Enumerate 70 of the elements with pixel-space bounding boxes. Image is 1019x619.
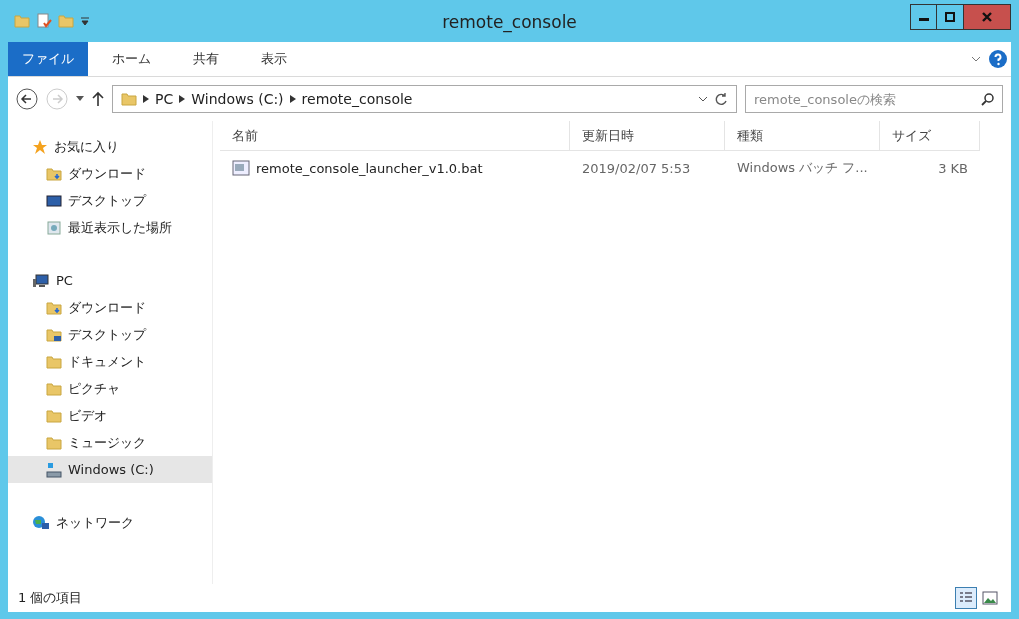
search-icon — [981, 92, 995, 106]
large-icons-view-icon — [982, 591, 998, 605]
window-title: remote_console — [442, 12, 577, 32]
back-icon[interactable] — [16, 88, 38, 110]
address-bar[interactable]: PC Windows (C:) remote_console — [112, 85, 737, 113]
ribbon-tab[interactable]: 表示 — [247, 42, 301, 76]
sidebar-item[interactable]: デスクトップ — [8, 187, 212, 214]
chevron-down-icon[interactable] — [698, 95, 708, 103]
maximize-icon — [945, 12, 955, 22]
sidebar-item[interactable]: ミュージック — [8, 429, 212, 456]
close-icon — [981, 11, 993, 23]
sidebar-item[interactable]: ネットワーク — [8, 509, 212, 536]
star-icon — [32, 138, 48, 155]
folder-icon — [14, 13, 30, 29]
sidebar-item[interactable]: ダウンロード — [8, 160, 212, 187]
folder-icon — [121, 91, 137, 107]
item-count: 1 個の項目 — [18, 589, 83, 607]
desktop-folder-icon — [46, 326, 62, 343]
breadcrumb[interactable]: Windows (C:) — [191, 91, 284, 107]
recent-places-icon — [46, 219, 62, 236]
properties-icon[interactable] — [36, 13, 52, 29]
ribbon-tab[interactable]: ホーム — [98, 42, 165, 76]
sidebar-item[interactable]: ピクチャ — [8, 375, 212, 402]
breadcrumb-arrow-icon — [289, 95, 296, 103]
globe-icon — [32, 514, 50, 531]
minimize-button[interactable] — [910, 4, 937, 30]
download-folder-icon — [46, 299, 62, 316]
computer-icon — [32, 272, 50, 289]
breadcrumb-arrow-icon — [143, 95, 149, 103]
sidebar-item[interactable]: デスクトップ — [8, 321, 212, 348]
folder-icon — [46, 434, 62, 451]
dropdown-icon[interactable] — [80, 16, 90, 26]
close-button[interactable] — [964, 4, 1011, 30]
sidebar-item[interactable]: ビデオ — [8, 402, 212, 429]
column-header[interactable]: 更新日時 — [570, 121, 725, 151]
date-cell-text: 2019/02/07 5:53 — [581, 160, 692, 176]
chevron-down-icon[interactable] — [971, 55, 981, 63]
search-field[interactable]: remote_consoleの検索 — [745, 85, 1003, 113]
maximize-button[interactable] — [937, 4, 964, 30]
column-header[interactable]: サイズ — [880, 121, 980, 151]
sidebar-item[interactable]: 最近表示した場所 — [8, 214, 212, 241]
forward-icon — [46, 88, 68, 110]
help-icon[interactable] — [989, 50, 1007, 68]
sidebar-item[interactable]: お気に入り — [8, 133, 212, 160]
file-name-cell[interactable]: remote_console_launcher_v1.0.bat — [220, 160, 570, 176]
sidebar-item[interactable]: ドキュメント — [8, 348, 212, 375]
breadcrumb-arrow-icon — [179, 95, 186, 103]
dropdown-icon[interactable] — [76, 96, 84, 102]
sidebar-item[interactable]: PC — [8, 267, 212, 294]
new-folder-icon — [58, 13, 74, 29]
type-cell-text: Windows バッチ フ... — [736, 159, 869, 177]
column-header[interactable]: 種類 — [725, 121, 880, 151]
ribbon-tab[interactable]: ファイル — [8, 42, 88, 76]
folder-icon — [46, 407, 62, 424]
column-header[interactable]: 名前 — [220, 121, 570, 151]
sidebar-item[interactable]: ダウンロード — [8, 294, 212, 321]
breadcrumb[interactable]: PC — [155, 91, 174, 107]
folder-icon — [46, 380, 62, 397]
sidebar-item[interactable]: Windows (C:) — [8, 456, 212, 483]
drive-icon — [46, 461, 62, 478]
size-cell-text: 3 KB — [937, 160, 969, 176]
view-button[interactable] — [955, 587, 977, 609]
refresh-icon[interactable] — [714, 92, 728, 106]
batch-file-icon — [232, 160, 250, 176]
monitor-icon — [46, 192, 62, 209]
ribbon-tab[interactable]: 共有 — [179, 42, 233, 76]
folder-icon — [46, 353, 62, 370]
download-folder-icon — [46, 165, 62, 182]
up-arrow-icon[interactable] — [92, 91, 104, 107]
breadcrumb[interactable]: remote_console — [301, 91, 413, 107]
